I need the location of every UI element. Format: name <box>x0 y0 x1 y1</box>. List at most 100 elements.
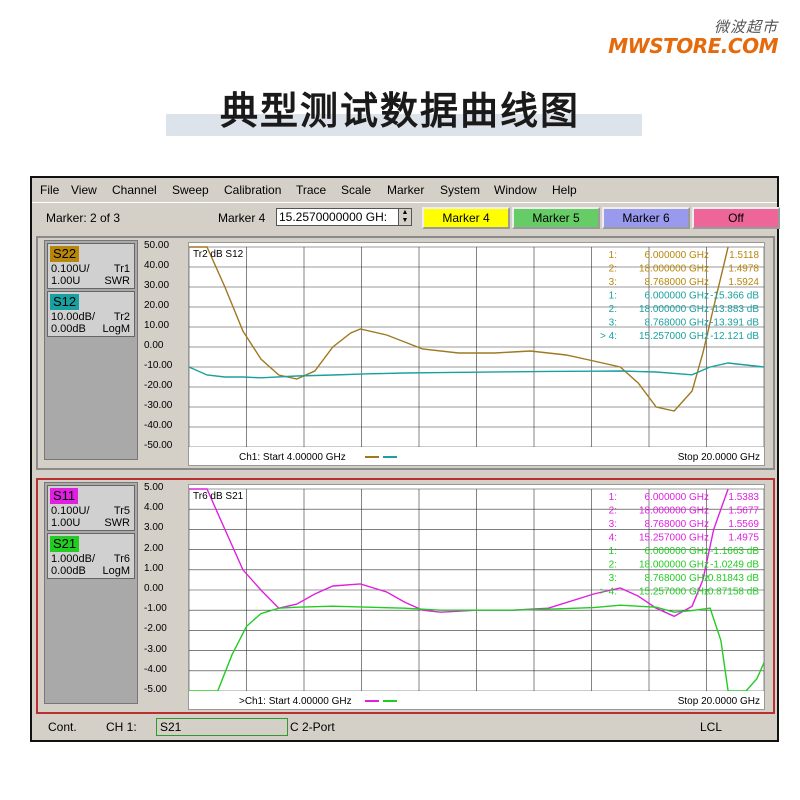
trace-name: S22 <box>50 246 80 262</box>
marker-toolbar: Marker: 2 of 3 Marker 4 15.2570000000 GH… <box>32 202 780 235</box>
marker-frequency: 6.000000 GHz <box>645 291 710 302</box>
marker-value: 1.5677 <box>728 506 759 517</box>
y-tick-label: 4.00 <box>144 502 164 514</box>
chart-top: Tr2 dB S12 1: 6.000000 GHz 1.5118 2: 18.00000… <box>188 246 765 465</box>
marker-value: 1.5569 <box>728 519 759 530</box>
trace-ref: 1.00U <box>51 517 81 529</box>
marker-frequency: 6.000000 GHz <box>645 250 710 261</box>
y-tick-label: 3.00 <box>144 522 164 534</box>
trace-list-top: S22 0.100U/ Tr1 1.00U SWR S12 10.00dB/ T… <box>44 240 138 460</box>
active-parameter-field[interactable]: S21 <box>156 718 288 736</box>
trace-item-s11[interactable]: S11 0.100U/ Tr5 1.00U SWR <box>47 485 135 531</box>
menu-file[interactable]: File <box>40 183 59 197</box>
menu-view[interactable]: View <box>71 183 97 197</box>
trace-name: S21 <box>50 536 80 552</box>
marker-index: 2: <box>609 560 617 571</box>
marker-frequency: 18.000000 GHz <box>639 560 709 571</box>
y-tick-label: 1.00 <box>144 562 164 574</box>
y-tick-label: 2.00 <box>144 542 164 554</box>
active-trace-title: Tr6 dB S21 <box>193 491 244 502</box>
y-tick-label: -1.00 <box>144 603 167 615</box>
marker-value: -0.87158 dB <box>705 587 760 598</box>
marker-frequency: 18.000000 GHz <box>639 506 709 517</box>
lcl-indicator: LCL <box>700 720 723 734</box>
status-bar: Cont. CH 1: S21 C 2-Port LCL <box>32 714 777 740</box>
marker-index: 3: <box>609 519 617 530</box>
marker-count: Marker: 2 of 3 <box>46 211 121 225</box>
marker-off-button[interactable]: Off <box>692 207 780 229</box>
menu-help[interactable]: Help <box>552 183 577 197</box>
y-tick-label: 10.00 <box>144 320 170 331</box>
marker-value: 1.4978 <box>728 264 759 275</box>
trace-item-s12[interactable]: S12 10.00dB/ Tr2 0.00dB LogM <box>47 291 135 337</box>
marker-frequency: 15.257000 GHz <box>639 533 709 544</box>
menu-calibration[interactable]: Calibration <box>224 183 281 197</box>
sweep-start: Ch1: Start 4.00000 GHz <box>239 452 346 463</box>
marker-frequency: 8.768000 GHz <box>645 318 710 329</box>
menu-marker[interactable]: Marker <box>387 183 424 197</box>
y-tick-label: 0.00 <box>144 340 164 351</box>
menu-window[interactable]: Window <box>494 183 537 197</box>
marker-index: > 4: <box>600 331 617 342</box>
trace-item-s21[interactable]: S21 1.000dB/ Tr6 0.00dB LogM <box>47 533 135 579</box>
y-tick-label: -3.00 <box>144 643 167 655</box>
trace-item-s22[interactable]: S22 0.100U/ Tr1 1.00U SWR <box>47 243 135 289</box>
marker-index: > 4: <box>600 587 617 598</box>
y-tick-label: 30.00 <box>144 280 170 291</box>
channel-window-bottom[interactable]: S11 0.100U/ Tr5 1.00U SWR S21 1.000dB/ T… <box>36 478 775 714</box>
marker-index: 4: <box>609 533 617 544</box>
trace-format: SWR <box>104 517 130 529</box>
sweep-start: >Ch1: Start 4.00000 GHz <box>239 696 352 707</box>
y-tick-label: -2.00 <box>144 623 167 635</box>
marker-index: 3: <box>609 318 617 329</box>
marker-5-button[interactable]: Marker 5 <box>512 207 600 229</box>
spin-up-icon[interactable]: ▲ <box>399 209 411 217</box>
marker-frequency: 8.768000 GHz <box>645 519 710 530</box>
sweep-stop: Stop 20.0000 GHz <box>678 452 760 463</box>
trace-number: Tr5 <box>113 505 130 517</box>
chart-bottom: Tr6 dB S21 1: 6.000000 GHz 1.5383 2: 18.00000… <box>188 488 765 709</box>
marker-index: 2: <box>609 506 617 517</box>
marker-index: 2: <box>609 264 617 275</box>
menu-scale[interactable]: Scale <box>341 183 371 197</box>
active-trace-title: Tr2 dB S12 <box>193 249 244 260</box>
menu-trace[interactable]: Trace <box>296 183 326 197</box>
marker-index: 3: <box>609 277 617 288</box>
trace-ref: 0.00dB <box>51 323 86 335</box>
spin-down-icon[interactable]: ▼ <box>399 217 411 225</box>
marker-6-button[interactable]: Marker 6 <box>602 207 690 229</box>
y-tick-label: -20.00 <box>144 380 173 391</box>
marker-value: -1.1663 dB <box>710 546 759 557</box>
marker-4-button[interactable]: Marker 4 <box>422 207 510 229</box>
brand-logo: MWSTORE.COM <box>608 34 778 58</box>
marker-frequency: 6.000000 GHz <box>645 492 710 503</box>
marker-index: 3: <box>609 573 617 584</box>
marker-index: 1: <box>609 250 617 261</box>
marker-value: -13.391 dB <box>710 318 759 329</box>
menu-system[interactable]: System <box>440 183 480 197</box>
marker-spin-button[interactable]: ▲ ▼ <box>398 208 412 226</box>
menu-bar: File View Channel Sweep Calibration Trac… <box>32 180 777 200</box>
y-tick-label: 40.00 <box>144 260 170 271</box>
marker-index: 2: <box>609 304 617 315</box>
marker-frequency-input[interactable]: 15.2570000000 GH: <box>276 208 400 226</box>
marker-value: -0.81843 dB <box>705 573 760 584</box>
y-tick-label: 50.00 <box>144 240 170 251</box>
y-tick-label: 0.00 <box>144 583 164 594</box>
menu-channel[interactable]: Channel <box>112 183 157 197</box>
plot-area-top[interactable]: Tr2 dB S12 1: 6.000000 GHz 1.5118 2: 18.00000… <box>188 242 765 466</box>
vna-window: File View Channel Sweep Calibration Trac… <box>30 176 780 742</box>
channel-window-top[interactable]: S22 0.100U/ Tr1 1.00U SWR S12 10.00dB/ T… <box>36 236 775 470</box>
y-tick-label: 20.00 <box>144 300 170 311</box>
marker-index: 1: <box>609 492 617 503</box>
marker-value: -12.121 dB <box>710 331 759 342</box>
marker-label: Marker 4 <box>218 211 266 225</box>
marker-value: 1.5924 <box>728 277 759 288</box>
trace-number: Tr1 <box>113 263 130 275</box>
trace-number: Tr6 <box>113 553 130 565</box>
menu-sweep[interactable]: Sweep <box>172 183 209 197</box>
marker-value: -13.883 dB <box>710 304 759 315</box>
plot-area-bottom[interactable]: Tr6 dB S21 1: 6.000000 GHz 1.5383 2: 18.00000… <box>188 484 765 710</box>
marker-frequency: 15.257000 GHz <box>639 331 709 342</box>
trace-ref: 0.00dB <box>51 565 86 577</box>
